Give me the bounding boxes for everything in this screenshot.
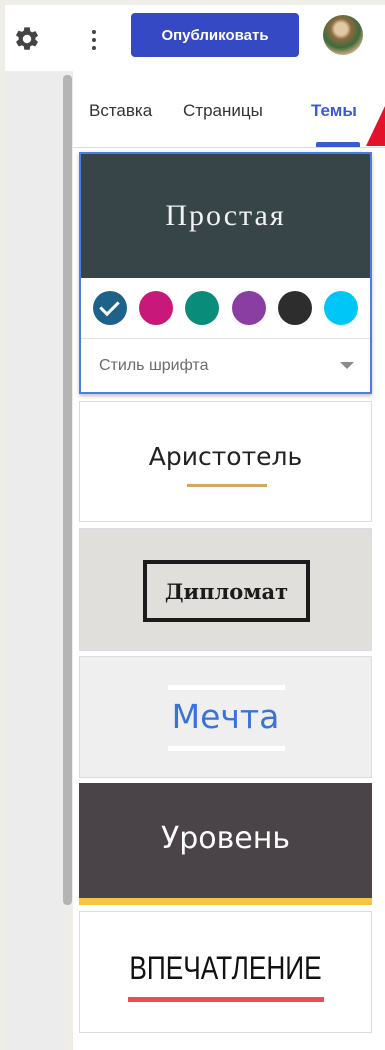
theme-accent-bar-bottom (168, 746, 285, 751)
theme-card-simple[interactable]: Простая Стиль шрифта (79, 152, 372, 394)
color-swatch-4[interactable] (231, 291, 266, 325)
color-swatch-3[interactable] (185, 291, 220, 325)
font-style-label: Стиль шрифта (99, 356, 209, 374)
editor-canvas-edge (5, 71, 65, 1050)
theme-title-dream: Мечта (171, 697, 280, 736)
font-style-dropdown[interactable]: Стиль шрифта (81, 339, 370, 392)
tab-themes[interactable]: Темы (311, 101, 357, 121)
panel-tabs: Вставка Страницы Темы (73, 71, 385, 148)
more-vert-icon[interactable] (87, 27, 101, 53)
tab-pages[interactable]: Страницы (183, 101, 263, 121)
theme-title-aristotle: Аристотель (148, 442, 303, 471)
theme-accent-line (187, 484, 267, 487)
theme-title-impression: ВПЕЧАТЛЕНИЕ (129, 950, 322, 986)
publish-button[interactable]: Опубликовать (131, 13, 299, 57)
user-avatar[interactable] (323, 15, 363, 55)
color-swatches (81, 278, 370, 339)
red-pointer-arrow (366, 106, 385, 146)
theme-card-level[interactable]: Уровень (79, 783, 372, 905)
theme-card-diplomat[interactable]: Дипломат (79, 528, 372, 651)
theme-title-level: Уровень (160, 821, 291, 856)
theme-title-diplomat: Дипломат (143, 560, 310, 622)
caret-down-icon (340, 362, 354, 369)
theme-card-dream[interactable]: Мечта (79, 656, 372, 778)
top-toolbar: Опубликовать (5, 5, 385, 71)
theme-accent-bar (79, 898, 372, 905)
color-swatch-1[interactable] (93, 291, 127, 325)
theme-preview-simple[interactable]: Простая (81, 154, 370, 278)
theme-card-impression[interactable]: ВПЕЧАТЛЕНИЕ (79, 911, 372, 1033)
panel-scrollbar[interactable] (63, 75, 72, 905)
gear-icon[interactable] (13, 25, 41, 53)
color-swatch-5[interactable] (277, 291, 312, 325)
theme-accent-line (128, 997, 324, 1002)
theme-card-aristotle[interactable]: Аристотель (79, 401, 372, 522)
active-tab-indicator (316, 142, 360, 147)
tab-insert[interactable]: Вставка (89, 101, 152, 121)
theme-accent-bar-top (168, 685, 285, 690)
color-swatch-6[interactable] (323, 291, 358, 325)
color-swatch-2[interactable] (139, 291, 174, 325)
